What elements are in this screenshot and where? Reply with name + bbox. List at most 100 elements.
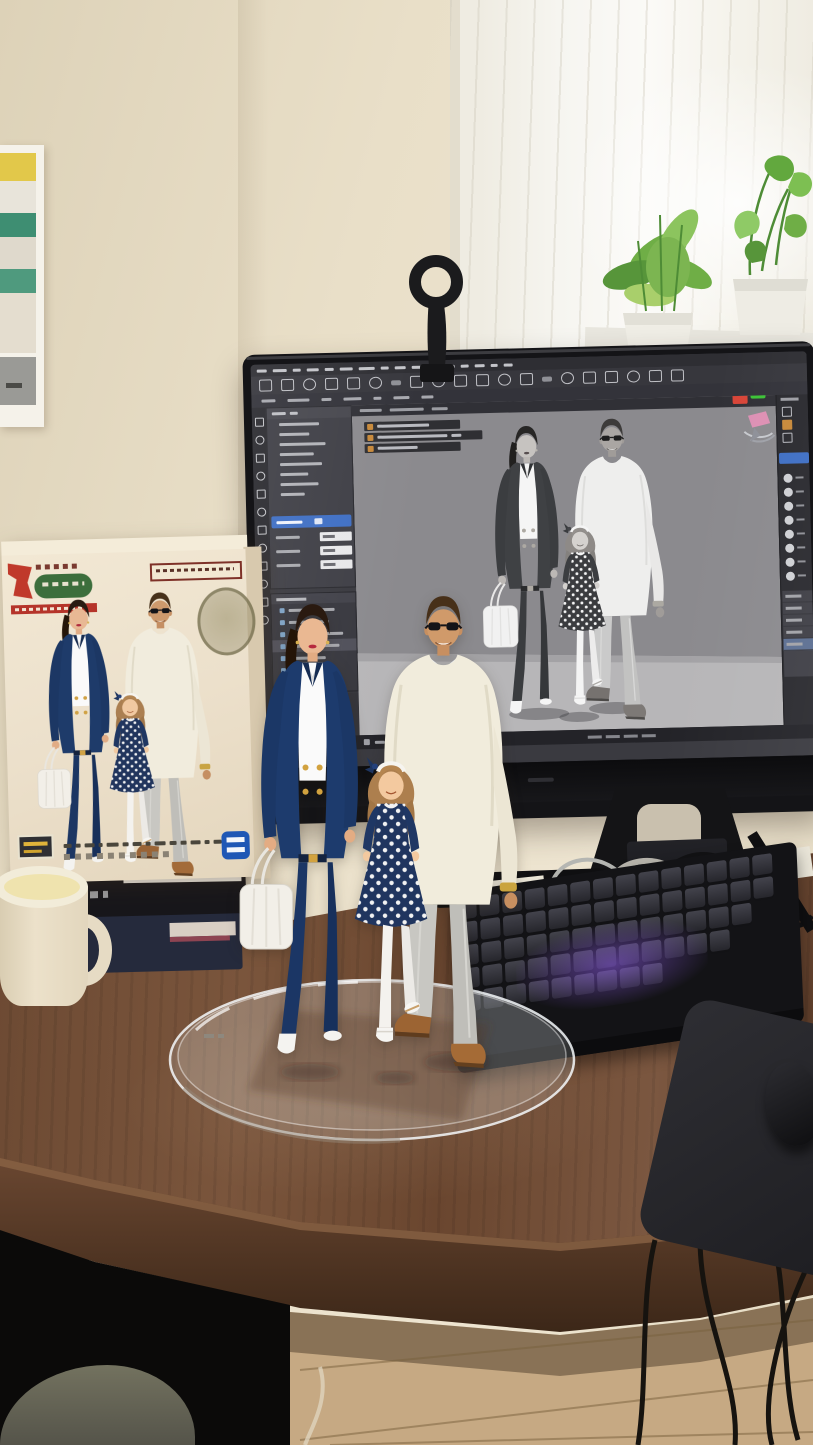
keycap [596,946,617,969]
decor-mark [191,840,201,844]
decor-mark [107,843,119,847]
decor-mark [85,843,95,847]
decor-mark [786,606,802,609]
decor-mark [642,734,656,737]
decor-mark [783,474,792,483]
keycap [640,916,661,939]
dock-category-icons [778,473,812,581]
keycap [597,969,618,992]
decor-mark [373,397,381,400]
keycap [617,897,638,920]
decor-mark [475,364,485,367]
decor-mark [273,368,287,371]
keycap [570,880,591,903]
decor-mark [133,842,142,846]
swatch-green [750,394,765,398]
keycap [710,929,731,952]
keycap [638,870,659,893]
decor-mark [381,366,389,369]
decor-mark [99,843,103,847]
decor-mark [784,516,793,525]
keycap [547,884,568,907]
decor-mark [786,572,795,581]
keycap [730,880,751,903]
decor-mark [325,367,334,370]
keycap [708,883,729,906]
box-corner-badge [17,834,54,859]
decor-mark [605,371,618,383]
poster-art [0,153,36,353]
decor-mark [671,369,684,381]
disc-etched-marks [204,1034,224,1038]
decor-mark [261,399,275,402]
keycap [753,876,774,899]
decor-mark [281,379,294,391]
headphone-hook [404,248,468,388]
decor-mark [257,369,267,372]
decor-mark [391,380,401,385]
scene [0,0,813,1445]
decor-mark [293,368,301,371]
decor-mark [287,398,309,402]
keycap [620,966,641,989]
keycap [729,856,750,879]
decor-mark [307,368,319,371]
keycap [595,923,616,946]
keycap [641,939,662,962]
decor-mark [783,626,813,639]
decor-mark [624,734,638,737]
decor-mark [784,502,793,511]
keycap [687,933,708,956]
decor-mark [76,844,81,848]
decor-mark [170,841,177,845]
decor-mark [785,544,794,553]
decor-mark [205,840,210,844]
mug [0,866,102,1024]
dock-icon [782,407,792,417]
decor-mark [421,395,433,398]
keycap [662,890,683,913]
potted-plants [590,145,813,363]
dock-icon [782,433,792,443]
decor-mark [786,630,802,633]
decor-mark [476,374,489,386]
decor-mark [520,373,533,385]
decor-mark [303,378,316,390]
decor-mark [583,371,596,383]
keycap [549,930,570,953]
decor-mark [783,638,813,651]
decor-mark [649,370,662,382]
keycap [731,903,752,926]
keycap [616,873,637,896]
keycap [572,926,593,949]
decor-mark [786,618,802,621]
decor-mark [181,841,187,845]
decor-mark [123,842,129,846]
decor-mark [347,377,360,389]
decor-mark [542,376,552,381]
plant-left [600,203,717,357]
keycap [618,920,639,943]
keycap [642,962,663,985]
keycap [707,860,728,883]
decor-mark [340,367,353,370]
keycap [661,867,682,890]
decor-mark [214,840,222,844]
keycap [684,863,705,886]
decor-mark [343,397,361,400]
wall-poster [0,145,44,427]
mug-interior [4,874,80,900]
poster-band [0,357,36,405]
decor-mark [782,590,812,603]
keycap [639,893,660,916]
dock-selected-item [779,452,809,464]
decor-mark [259,379,272,391]
poster-caption-mark [6,383,22,388]
keycap [593,877,614,900]
dock-icon-active [782,420,792,430]
decor-mark [785,594,801,597]
keycap [686,909,707,932]
gizmo-icon [744,411,775,442]
keycap [571,903,592,926]
decor-mark [783,602,813,615]
